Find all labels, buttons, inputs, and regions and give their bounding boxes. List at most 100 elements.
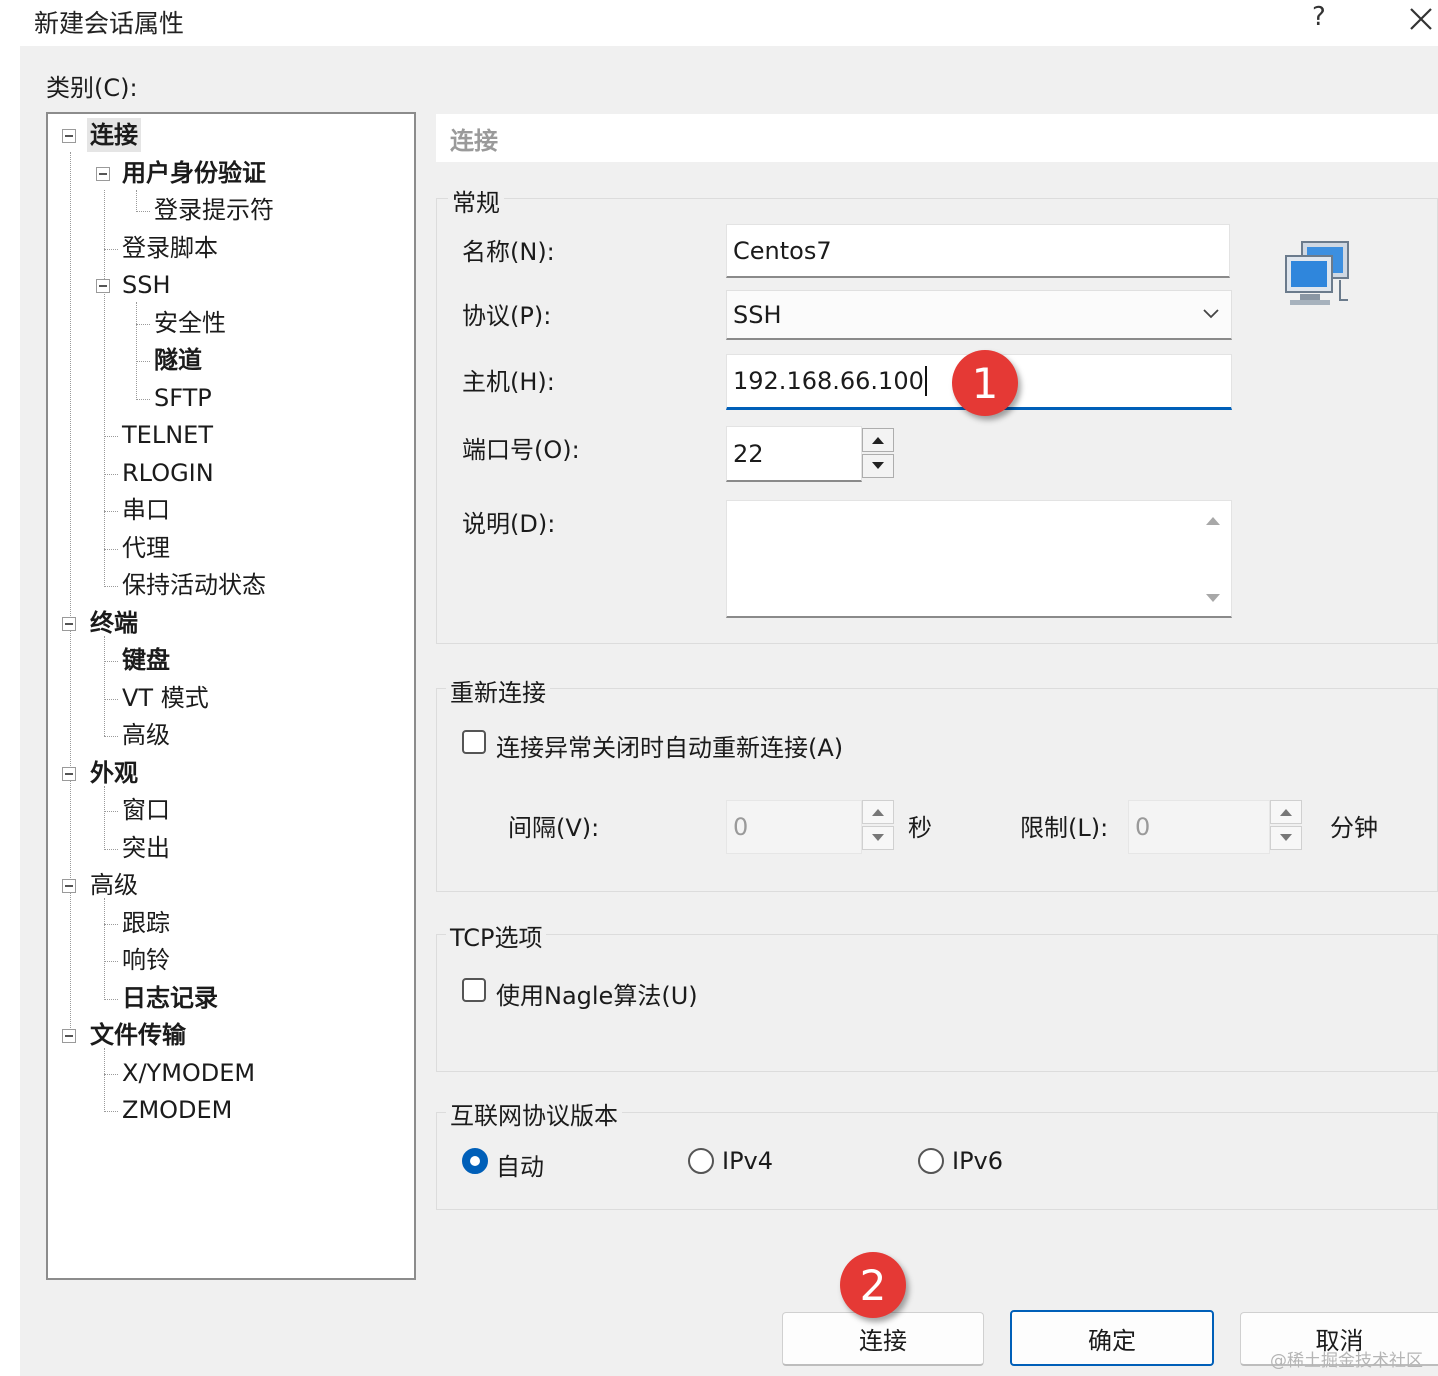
arrow-up-icon [872, 809, 884, 816]
arrow-down-icon [1280, 834, 1292, 841]
limit-stepper-down[interactable] [1270, 826, 1302, 850]
tree-item[interactable]: 终端 [90, 606, 138, 640]
port-stepper-up[interactable] [862, 428, 894, 452]
port-stepper[interactable] [862, 428, 896, 482]
ipv6-label[interactable]: IPv6 [952, 1147, 1003, 1175]
close-button[interactable] [1404, 2, 1438, 34]
collapse-toggle-icon[interactable] [96, 166, 110, 181]
tree-line [104, 998, 118, 1000]
tree-line [70, 152, 71, 1032]
tree-item[interactable]: 登录脚本 [122, 231, 218, 265]
collapse-toggle-icon[interactable] [62, 129, 76, 143]
collapse-toggle-icon[interactable] [62, 616, 76, 631]
chevron-down-icon [1203, 309, 1219, 319]
interval-stepper[interactable] [862, 800, 896, 854]
ok-button[interactable]: 确定 [1010, 1310, 1214, 1366]
tree-item[interactable]: 文件传输 [90, 1018, 186, 1052]
connect-button[interactable]: 连接 [782, 1312, 984, 1366]
category-tree[interactable]: 连接用户身份验证 登录提示符登录脚本 SSH 安全性 隧道 SFTP TELNET RLOGI… [46, 112, 416, 1280]
nagle-label[interactable]: 使用Nagle算法(U) [496, 976, 698, 1011]
protocol-select[interactable]: SSH [726, 290, 1232, 340]
tree-line [104, 923, 118, 925]
tree-line [104, 436, 118, 437]
name-input-value: Centos7 [733, 236, 832, 265]
collapse-toggle-icon[interactable] [62, 766, 76, 781]
tree-item[interactable]: 隧道 [154, 343, 202, 377]
annotation-badge-1: 1 [952, 350, 1018, 416]
tree-item[interactable]: 串口 [122, 493, 170, 527]
tree-line [104, 898, 105, 998]
port-input-value: 22 [733, 439, 764, 468]
tree-item[interactable]: SSH [122, 268, 171, 302]
tree-item[interactable]: RLOGIN [122, 456, 214, 490]
description-label: 说明(D): [462, 510, 556, 538]
ip-auto-label[interactable]: 自动 [496, 1147, 544, 1182]
description-input[interactable] [726, 500, 1232, 618]
tree-line [104, 636, 105, 736]
tree-item[interactable]: 安全性 [154, 306, 226, 340]
ipv6-radio[interactable] [918, 1148, 944, 1174]
arrow-up-icon [1280, 809, 1292, 816]
limit-stepper-up[interactable] [1270, 800, 1302, 824]
tree-item[interactable]: TELNET [122, 418, 213, 452]
tree-line [104, 1048, 105, 1110]
interval-input[interactable]: 0 [726, 800, 862, 854]
limit-input[interactable]: 0 [1128, 800, 1270, 854]
tree-line [104, 961, 118, 962]
port-input[interactable]: 22 [726, 426, 862, 482]
tree-item[interactable]: 高级 [122, 718, 170, 752]
port-label: 端口号(O): [462, 436, 580, 464]
panel-header-title: 连接 [450, 127, 498, 155]
ipv4-radio[interactable] [688, 1148, 714, 1174]
tree-line [136, 302, 137, 400]
tree-item[interactable]: 日志记录 [122, 981, 218, 1015]
tree-item[interactable]: 窗口 [122, 793, 170, 827]
tree-item[interactable]: 键盘 [122, 643, 170, 677]
interval-unit: 秒 [908, 814, 932, 842]
help-button[interactable]: ? [1312, 2, 1326, 32]
port-stepper-down[interactable] [862, 454, 894, 478]
limit-stepper[interactable] [1270, 800, 1304, 854]
tree-item[interactable]: 响铃 [122, 943, 170, 977]
arrow-down-icon [872, 834, 884, 841]
tree-item[interactable]: 突出 [122, 831, 170, 865]
tree-item[interactable]: 登录提示符 [154, 193, 274, 227]
tree-line [104, 511, 118, 512]
tree-item[interactable]: X/YMODEM [122, 1056, 255, 1090]
name-input[interactable]: Centos7 [726, 224, 1230, 278]
tree-item[interactable]: 保持活动状态 [122, 568, 266, 602]
collapse-toggle-icon[interactable] [96, 279, 110, 293]
tree-item[interactable]: SFTP [154, 381, 212, 415]
close-icon [1410, 8, 1432, 30]
ipv4-label[interactable]: IPv4 [722, 1147, 773, 1175]
reconnect-group [436, 688, 1438, 892]
ip-auto-radio[interactable] [462, 1148, 488, 1174]
tree-line [104, 786, 105, 848]
tree-item[interactable]: 代理 [122, 531, 170, 565]
network-computers-icon [1285, 241, 1349, 305]
interval-stepper-up[interactable] [862, 800, 894, 824]
tree-item[interactable]: 用户身份验证 [122, 156, 266, 190]
tree-item[interactable]: VT 模式 [122, 681, 209, 715]
auto-reconnect-label[interactable]: 连接异常关闭时自动重新连接(A) [496, 728, 843, 763]
tree-item[interactable]: 高级 [90, 868, 138, 902]
interval-input-value: 0 [733, 813, 749, 841]
tree-line [104, 736, 118, 737]
nagle-checkbox[interactable] [462, 978, 486, 1002]
interval-stepper-down[interactable] [862, 826, 894, 850]
tree-item[interactable]: 外观 [90, 756, 138, 790]
scroll-down-icon[interactable] [1203, 588, 1223, 608]
tree-item[interactable]: ZMODEM [122, 1093, 232, 1127]
collapse-toggle-icon[interactable] [62, 1029, 76, 1043]
tree-line [136, 323, 150, 325]
scroll-up-icon[interactable] [1203, 511, 1223, 531]
tree-line [104, 848, 118, 850]
tree-line [136, 211, 150, 212]
connect-button-label: 连接 [859, 1327, 907, 1355]
auto-reconnect-checkbox[interactable] [462, 730, 486, 754]
tree-item[interactable]: 连接 [87, 118, 141, 152]
tree-item[interactable]: 跟踪 [122, 906, 170, 940]
collapse-toggle-icon[interactable] [62, 879, 76, 893]
tree-line [104, 473, 118, 475]
tree-line [104, 1111, 118, 1112]
